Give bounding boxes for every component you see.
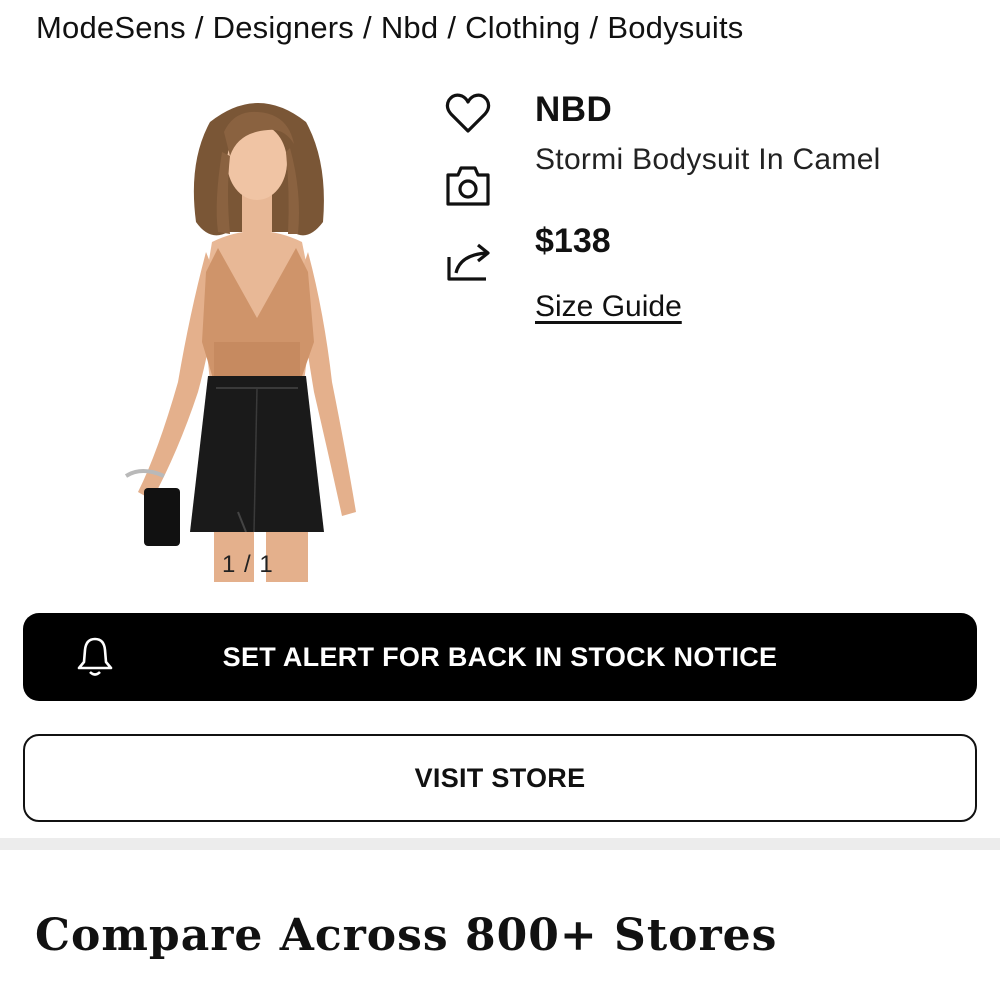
camera-icon xyxy=(446,166,490,206)
breadcrumb: ModeSens / Designers / Nbd / Clothing / Bodysuit… xyxy=(36,10,744,46)
product-price: $138 xyxy=(535,222,611,260)
breadcrumb-separator: / xyxy=(589,10,599,45)
bell-icon xyxy=(77,637,113,676)
breadcrumb-separator: / xyxy=(447,10,457,45)
breadcrumb-separator: / xyxy=(194,10,204,45)
visit-store-label: VISIT STORE xyxy=(414,762,586,793)
size-guide-link[interactable]: Size Guide xyxy=(535,290,682,324)
visual-search-button[interactable] xyxy=(440,158,496,214)
product-image[interactable] xyxy=(118,92,383,582)
favorite-button[interactable] xyxy=(440,86,496,142)
image-counter: 1 / 1 xyxy=(222,551,274,578)
brand-name[interactable]: NBD xyxy=(535,90,612,130)
compare-stores-heading: Compare Across 800+ Stores xyxy=(35,910,778,961)
breadcrumb-separator: / xyxy=(363,10,372,45)
breadcrumb-item-clothing[interactable]: Clothing xyxy=(465,10,580,45)
breadcrumb-item-modesens[interactable]: ModeSens xyxy=(36,10,186,45)
section-divider xyxy=(0,838,1000,850)
product-name: Stormi Bodysuit In Camel xyxy=(535,143,881,176)
breadcrumb-item-designers[interactable]: Designers xyxy=(213,10,354,45)
share-icon xyxy=(447,243,490,281)
heart-icon xyxy=(445,93,491,133)
product-photo xyxy=(124,103,356,582)
breadcrumb-item-bodysuits[interactable]: Bodysuits xyxy=(607,10,743,45)
visit-store-button[interactable]: VISIT STORE xyxy=(23,734,977,822)
share-button[interactable] xyxy=(440,233,496,289)
alert-button-label: SET ALERT FOR BACK IN STOCK NOTICE xyxy=(222,641,778,672)
back-in-stock-alert-button[interactable]: SET ALERT FOR BACK IN STOCK NOTICE xyxy=(23,613,977,701)
breadcrumb-item-nbd[interactable]: Nbd xyxy=(381,10,438,45)
